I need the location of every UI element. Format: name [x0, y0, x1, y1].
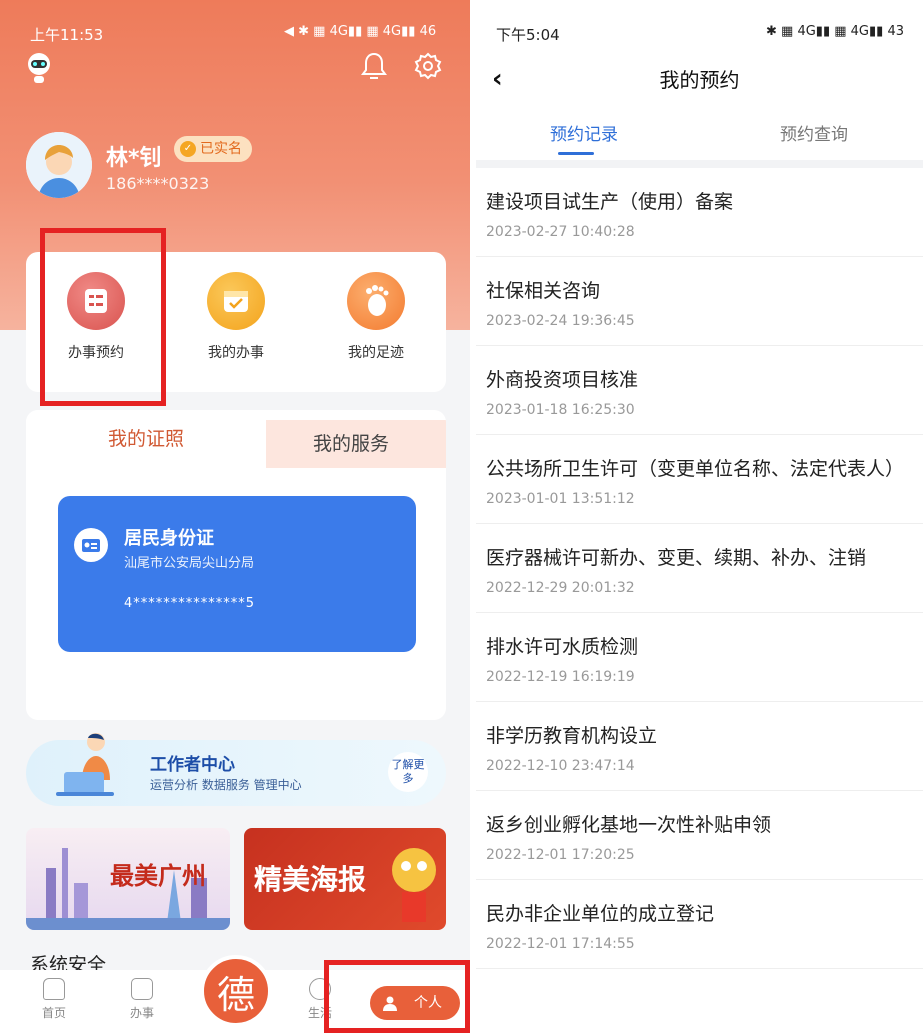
appointment-date: 2023-01-01 13:51:12: [486, 491, 635, 507]
id-card-issuer: 汕尾市公安局尖山分局: [124, 556, 255, 571]
status-time: 上午11:53: [30, 26, 104, 44]
appointment-name: 非学历教育机构设立: [486, 725, 658, 747]
appointment-date: 2023-01-18 16:25:30: [486, 402, 635, 418]
appointment-date: 2022-12-10 23:47:14: [486, 758, 635, 774]
appointment-name: 社保相关咨询: [486, 280, 601, 302]
verified-badge: ✓ 已实名: [174, 136, 252, 162]
id-card-icon: [74, 528, 108, 562]
cert-service-panel: 我的服务 我的证照 居民身份证 汕尾市公安局尖山分局 4************…: [26, 410, 446, 720]
center-logo-button[interactable]: 德: [200, 955, 272, 1027]
divider: [476, 160, 923, 168]
poster-banner-text: 精美海报: [254, 863, 367, 896]
lion-dance-image: [392, 848, 436, 922]
worker-center-title: 工作者中心: [150, 755, 235, 775]
bell-icon[interactable]: [360, 50, 388, 82]
id-card-title: 居民身份证: [124, 528, 214, 549]
highlight-box-personal: [324, 960, 470, 1033]
checklist-icon: [131, 978, 153, 1000]
status-time: 下午5:04: [496, 26, 560, 44]
user-phone: 186****0323: [106, 174, 210, 193]
list-item[interactable]: 外商投资项目核准 2023-01-18 16:25:30: [476, 346, 923, 435]
profile-screen: 上午11:53 ◀ ✱ ▦ 4G▮▮ ▦ 4G▮▮ 46 林*钊 ✓ 已实名 18…: [0, 0, 470, 1033]
battery-level: 43: [887, 24, 904, 39]
guangzhou-banner[interactable]: 最美广州: [26, 828, 230, 930]
robot-assistant-icon[interactable]: [24, 50, 54, 84]
tab-tasks[interactable]: 办事: [112, 978, 172, 1021]
quick-action-footprint[interactable]: 我的足迹: [316, 272, 436, 362]
list-item[interactable]: 民办非企业单位的成立登记 2022-12-01 17:14:55: [476, 880, 923, 969]
list-item[interactable]: 医疗器械许可新办、变更、续期、补办、注销 2022-12-29 20:01:32: [476, 524, 923, 613]
worker-center-banner[interactable]: 工作者中心 运营分析 数据服务 管理中心 了解更多: [26, 733, 446, 806]
calendar-icon: [207, 272, 265, 330]
appointment-date: 2022-12-01 17:14:55: [486, 936, 635, 952]
id-card-number: 4***************5: [124, 596, 256, 611]
user-name: 林*钊: [106, 146, 162, 171]
worker-illustration: [56, 733, 114, 796]
quick-action-my-tasks[interactable]: 我的办事: [176, 272, 296, 362]
appointment-name: 民办非企业单位的成立登记: [486, 903, 715, 925]
appointment-name: 建设项目试生产（使用）备案: [486, 191, 734, 213]
guangzhou-banner-text: 最美广州: [110, 861, 206, 890]
tab-home[interactable]: 首页: [24, 978, 84, 1021]
appointment-name: 返乡创业孵化基地一次性补贴申领: [486, 814, 772, 836]
avatar[interactable]: [26, 132, 92, 198]
status-icons: ◀ ✱ ▦ 4G▮▮ ▦ 4G▮▮ 46: [284, 24, 437, 39]
appointment-name: 排水许可水质检测: [486, 636, 639, 658]
list-item[interactable]: 建设项目试生产（使用）备案 2023-02-27 10:40:28: [476, 168, 923, 257]
status-icons: ✱ ▦ 4G▮▮ ▦ 4G▮▮ 43: [766, 24, 904, 39]
appointment-date: 2023-02-24 19:36:45: [486, 313, 635, 329]
tab-appointment-records[interactable]: 预约记录: [550, 120, 618, 145]
quick-action-label: 我的足迹: [348, 345, 404, 361]
battery-level: 46: [419, 24, 437, 39]
tab-home-label: 首页: [41, 1006, 66, 1020]
id-card[interactable]: 居民身份证 汕尾市公安局尖山分局 4***************5: [58, 496, 416, 652]
appointment-name: 公共场所卫生许可（变更单位名称、法定代表人）: [486, 458, 905, 480]
list-item[interactable]: 非学历教育机构设立 2022-12-10 23:47:14: [476, 702, 923, 791]
verified-icon: ✓: [180, 141, 196, 157]
poster-banner[interactable]: 精美海报: [244, 828, 446, 930]
appointment-date: 2022-12-01 17:20:25: [486, 847, 635, 863]
verified-label: 已实名: [200, 141, 242, 157]
appointment-name: 医疗器械许可新办、变更、续期、补办、注销: [486, 547, 867, 569]
quick-action-label: 我的办事: [208, 345, 264, 361]
list-item[interactable]: 排水许可水质检测 2022-12-19 16:19:19: [476, 613, 923, 702]
list-item[interactable]: 公共场所卫生许可（变更单位名称、法定代表人） 2023-01-01 13:51:1…: [476, 435, 923, 524]
appointment-date: 2022-12-29 20:01:32: [486, 580, 635, 596]
worker-center-subtitle: 运营分析 数据服务 管理中心: [150, 778, 302, 792]
highlight-box-appointment: [40, 228, 166, 406]
tab-appointment-query[interactable]: 预约查询: [780, 120, 848, 145]
list-item[interactable]: 返乡创业孵化基地一次性补贴申领 2022-12-01 17:20:25: [476, 791, 923, 880]
tab-my-services[interactable]: 我的服务: [256, 420, 446, 468]
appointment-date: 2023-02-27 10:40:28: [486, 224, 635, 240]
appointment-name: 外商投资项目核准: [486, 369, 639, 391]
appointment-list: 建设项目试生产（使用）备案 2023-02-27 10:40:28 社保相关咨询 2…: [476, 168, 923, 969]
tab-my-certificates[interactable]: 我的证照: [26, 410, 266, 468]
page-title: 我的预约: [659, 68, 740, 92]
gear-icon[interactable]: [414, 52, 442, 80]
footprint-icon: [347, 272, 405, 330]
appointment-date: 2022-12-19 16:19:19: [486, 669, 635, 685]
tab-tasks-label: 办事: [129, 1006, 154, 1020]
home-icon: [43, 978, 65, 1000]
learn-more-button[interactable]: 了解更多: [388, 752, 428, 792]
list-item[interactable]: 社保相关咨询 2023-02-24 19:36:45: [476, 257, 923, 346]
active-tab-indicator: [558, 152, 594, 155]
appointments-screen: 下午5:04 ✱ ▦ 4G▮▮ ▦ 4G▮▮ 43 ‹ 我的预约 预约记录 预约…: [476, 0, 923, 1033]
